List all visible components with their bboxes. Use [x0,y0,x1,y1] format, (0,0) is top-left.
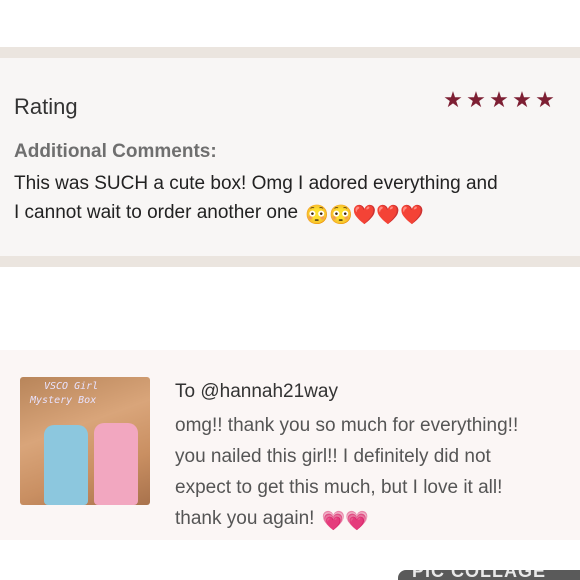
star-icon: ★ [512,87,532,112]
star-icon: ★ [489,87,509,112]
photo-text-line-1: VSCO Girl [44,381,99,392]
divider-band-middle [0,256,580,267]
mystery-box-photo: VSCO Girl Mystery Box [20,377,150,505]
star-rating: ★ ★ ★ ★ ★ [443,87,555,112]
star-icon: ★ [443,87,463,112]
watermark: PIC COLLAGE [398,570,580,580]
additional-comments-label: Additional Comments: [14,141,217,162]
message-line-4: thank you again! 💗💗 [175,503,575,537]
message-line-1: omg!! thank you so much for everything!! [175,415,519,436]
star-icon: ★ [535,87,555,112]
photo-text-line-2: Mystery Box [30,395,97,406]
message-body: omg!! thank you so much for everything!!… [175,410,575,537]
divider-band-top [0,47,580,58]
pink-bottle-image [94,423,138,505]
blue-bottle-image [44,425,88,505]
comment-line-2-text: I cannot wait to order another one [14,202,299,223]
star-icon: ★ [466,87,486,112]
watermark-text: PIC COLLAGE [412,570,547,580]
rating-label: Rating [14,94,78,119]
comment-line-1: This was SUCH a cute box! Omg I adored e… [14,173,498,194]
message-line-2: you nailed this girl!! I definitely did … [175,446,491,467]
message-line-3: expect to get this much, but I love it a… [175,477,503,498]
comment-line-2: I cannot wait to order another one 😳😳❤️❤… [14,198,574,230]
comment-emojis: 😳😳❤️❤️❤️ [305,205,424,226]
message-line-4-text: thank you again! [175,508,315,529]
message-emojis: 💗💗 [321,511,370,532]
review-comment: This was SUCH a cute box! Omg I adored e… [14,169,574,230]
message-recipient: To @hannah21way [175,381,338,402]
